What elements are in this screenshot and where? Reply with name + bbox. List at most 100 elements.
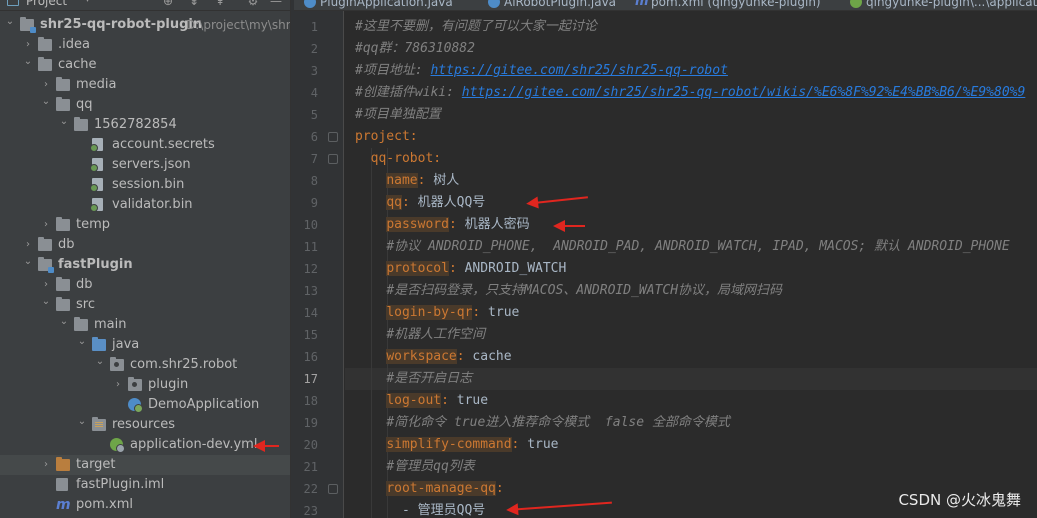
code-line[interactable]: qq: 机器人QQ号	[345, 192, 1037, 214]
chevron-down-icon[interactable]: ▾	[85, 0, 90, 5]
code-line[interactable]: #简化命令 true进入推荐命令模式 false 全部命令模式	[345, 412, 1037, 434]
chevron-down-icon[interactable]: ⌄	[58, 315, 70, 335]
code-token-url[interactable]: https://gitee.com/shr25/shr25-qq-robot/w…	[462, 85, 1026, 100]
code-token-sp	[355, 239, 386, 254]
tree-item[interactable]: › .idea	[0, 35, 290, 55]
tree-item-label: 1562782854	[94, 117, 177, 132]
line-number: 1	[310, 20, 318, 34]
chevron-down-icon[interactable]: ⌄	[22, 255, 34, 275]
tree-item[interactable]: ⌄ fastPlugin	[0, 255, 290, 275]
code-editor[interactable]: #这里不要删，有问题了可以大家一起讨论 #qq群：786310882 #项目地址: …	[345, 11, 1037, 518]
tree-item[interactable]: ⌄ src	[0, 295, 290, 315]
chevron-down-icon[interactable]: ⌄	[58, 115, 70, 135]
code-line[interactable]: login-by-qr: true	[345, 302, 1037, 324]
code-line[interactable]: qq-robot:	[345, 148, 1037, 170]
line-number: 10	[303, 218, 318, 232]
iml-file-icon	[56, 478, 68, 491]
code-line[interactable]: project:	[345, 126, 1037, 148]
tree-item[interactable]: ⌄ resources	[0, 415, 290, 435]
code-line[interactable]: #是否开启日志	[345, 368, 1037, 390]
code-line[interactable]: name: 树人	[345, 170, 1037, 192]
tree-item[interactable]: ⌄ qq	[0, 95, 290, 115]
chevron-down-icon[interactable]: ⌄	[76, 335, 88, 355]
tree-item[interactable]: m pom.xml	[0, 495, 290, 515]
tree-item[interactable]: fastPlugin.iml	[0, 475, 290, 495]
chevron-down-icon[interactable]: ⌄	[22, 55, 34, 75]
tab-ai-robot-plugin[interactable]: AiRobotPlugin.java	[484, 0, 616, 10]
chevron-down-icon[interactable]: ⌄	[94, 355, 106, 375]
tree-item[interactable]: › media	[0, 75, 290, 95]
excluded-folder-icon	[56, 457, 70, 471]
collapse-all-icon[interactable]: ⇟	[186, 0, 202, 9]
chevron-down-icon[interactable]: ⌄	[76, 415, 88, 435]
code-line[interactable]: #qq群：786310882	[345, 38, 1037, 60]
code-line[interactable]: simplify-command: true	[345, 434, 1037, 456]
tab-plugin-application[interactable]: PluginApplication.java	[300, 0, 453, 10]
locate-file-icon[interactable]: ⊕	[160, 0, 176, 9]
code-line[interactable]: password: 机器人密码	[345, 214, 1037, 236]
line-number: 21	[303, 460, 318, 474]
chevron-down-icon[interactable]: ⌄	[40, 295, 52, 315]
tree-item[interactable]: servers.json	[0, 155, 290, 175]
code-line[interactable]: #这里不要删，有问题了可以大家一起讨论	[345, 16, 1037, 38]
tree-item[interactable]: › db	[0, 275, 290, 295]
gear-icon[interactable]: ⚙	[245, 0, 261, 9]
code-line[interactable]: workspace: cache	[345, 346, 1037, 368]
chevron-right-icon[interactable]: ›	[112, 375, 124, 395]
code-token-colon: :	[456, 349, 465, 364]
code-line[interactable]: protocol: ANDROID_WATCH	[345, 258, 1037, 280]
chevron-down-icon[interactable]: ⌄	[4, 15, 16, 35]
file-icon	[90, 198, 103, 212]
tree-item[interactable]: validator.bin	[0, 195, 290, 215]
chevron-right-icon[interactable]: ›	[40, 275, 52, 295]
tab-application-yml[interactable]: qingyunke-plugin\...\applicatio	[846, 0, 1037, 10]
expand-all-icon[interactable]: ⇞	[212, 0, 228, 9]
tab-pom-xml[interactable]: m pom.xml (qingyunke-plugin)	[631, 0, 821, 10]
code-token-url[interactable]: https://gitee.com/shr25/shr25-qq-robot	[430, 63, 727, 78]
tree-item[interactable]: application-dev.yml	[0, 435, 290, 455]
code-line[interactable]: #机器人工作空间	[345, 324, 1037, 346]
code-token-colon: :	[433, 151, 442, 166]
fold-marker-icon[interactable]	[328, 154, 338, 164]
tree-item[interactable]: account.secrets	[0, 135, 290, 155]
line-number: 13	[303, 284, 318, 298]
file-icon	[90, 158, 103, 172]
code-line[interactable]: log-out: true	[345, 390, 1037, 412]
tree-item[interactable]: › target	[0, 455, 290, 475]
tree-item[interactable]: ⌄ main	[0, 315, 290, 335]
code-line[interactable]: #是否扫码登录，只支持MACOS、ANDROID_WATCH协议，局域网扫码	[345, 280, 1037, 302]
tree-item[interactable]: ⌄ java	[0, 335, 290, 355]
tree-item[interactable]: DemoApplication	[0, 395, 290, 415]
tree-item[interactable]: session.bin	[0, 175, 290, 195]
fold-marker-icon[interactable]	[328, 132, 338, 142]
code-token-sp	[355, 437, 386, 452]
chevron-right-icon[interactable]: ›	[40, 215, 52, 235]
tree-item[interactable]: › db	[0, 235, 290, 255]
code-line[interactable]: #项目地址: https://gitee.com/shr25/shr25-qq-…	[345, 60, 1037, 82]
chevron-right-icon[interactable]: ›	[40, 455, 52, 475]
project-pane-title[interactable]: Project	[26, 0, 67, 8]
tree-item[interactable]: ⌄ shr25-qq-robot-plugin D:\project\my\shr2	[0, 15, 290, 35]
chevron-right-icon[interactable]: ›	[40, 75, 52, 95]
chevron-down-icon[interactable]: ⌄	[40, 95, 52, 115]
tree-item-label: target	[76, 457, 116, 472]
code-token-sp	[355, 195, 386, 210]
code-line[interactable]: #管理员qq列表	[345, 456, 1037, 478]
code-line[interactable]: #协议 ANDROID_PHONE, ANDROID_PAD, ANDROID_…	[345, 236, 1037, 258]
watermark: CSDN @火冰鬼舞	[898, 491, 1021, 509]
tree-item[interactable]: › plugin	[0, 375, 290, 395]
tree-item-label: resources	[112, 417, 176, 432]
chevron-right-icon[interactable]: ›	[22, 35, 34, 55]
code-token-sp	[355, 459, 386, 474]
hide-icon[interactable]: —	[268, 0, 284, 9]
tree-item[interactable]: › temp	[0, 215, 290, 235]
code-line[interactable]: #创建插件wiki: https://gitee.com/shr25/shr25…	[345, 82, 1037, 104]
fold-marker-icon[interactable]	[328, 484, 338, 494]
tree-item[interactable]: ⌄ com.shr25.robot	[0, 355, 290, 375]
chevron-right-icon[interactable]: ›	[22, 235, 34, 255]
line-number-gutter[interactable]: 1 2 3 4 5 6 7 8 9 10 11 12 13 14 15 16 17 18 19 20 21 22 23	[294, 11, 344, 518]
tree-item[interactable]: ⌄ 1562782854	[0, 115, 290, 135]
code-line[interactable]: #项目单独配置	[345, 104, 1037, 126]
code-token-key: password	[386, 217, 449, 232]
tree-item[interactable]: ⌄ cache	[0, 55, 290, 75]
